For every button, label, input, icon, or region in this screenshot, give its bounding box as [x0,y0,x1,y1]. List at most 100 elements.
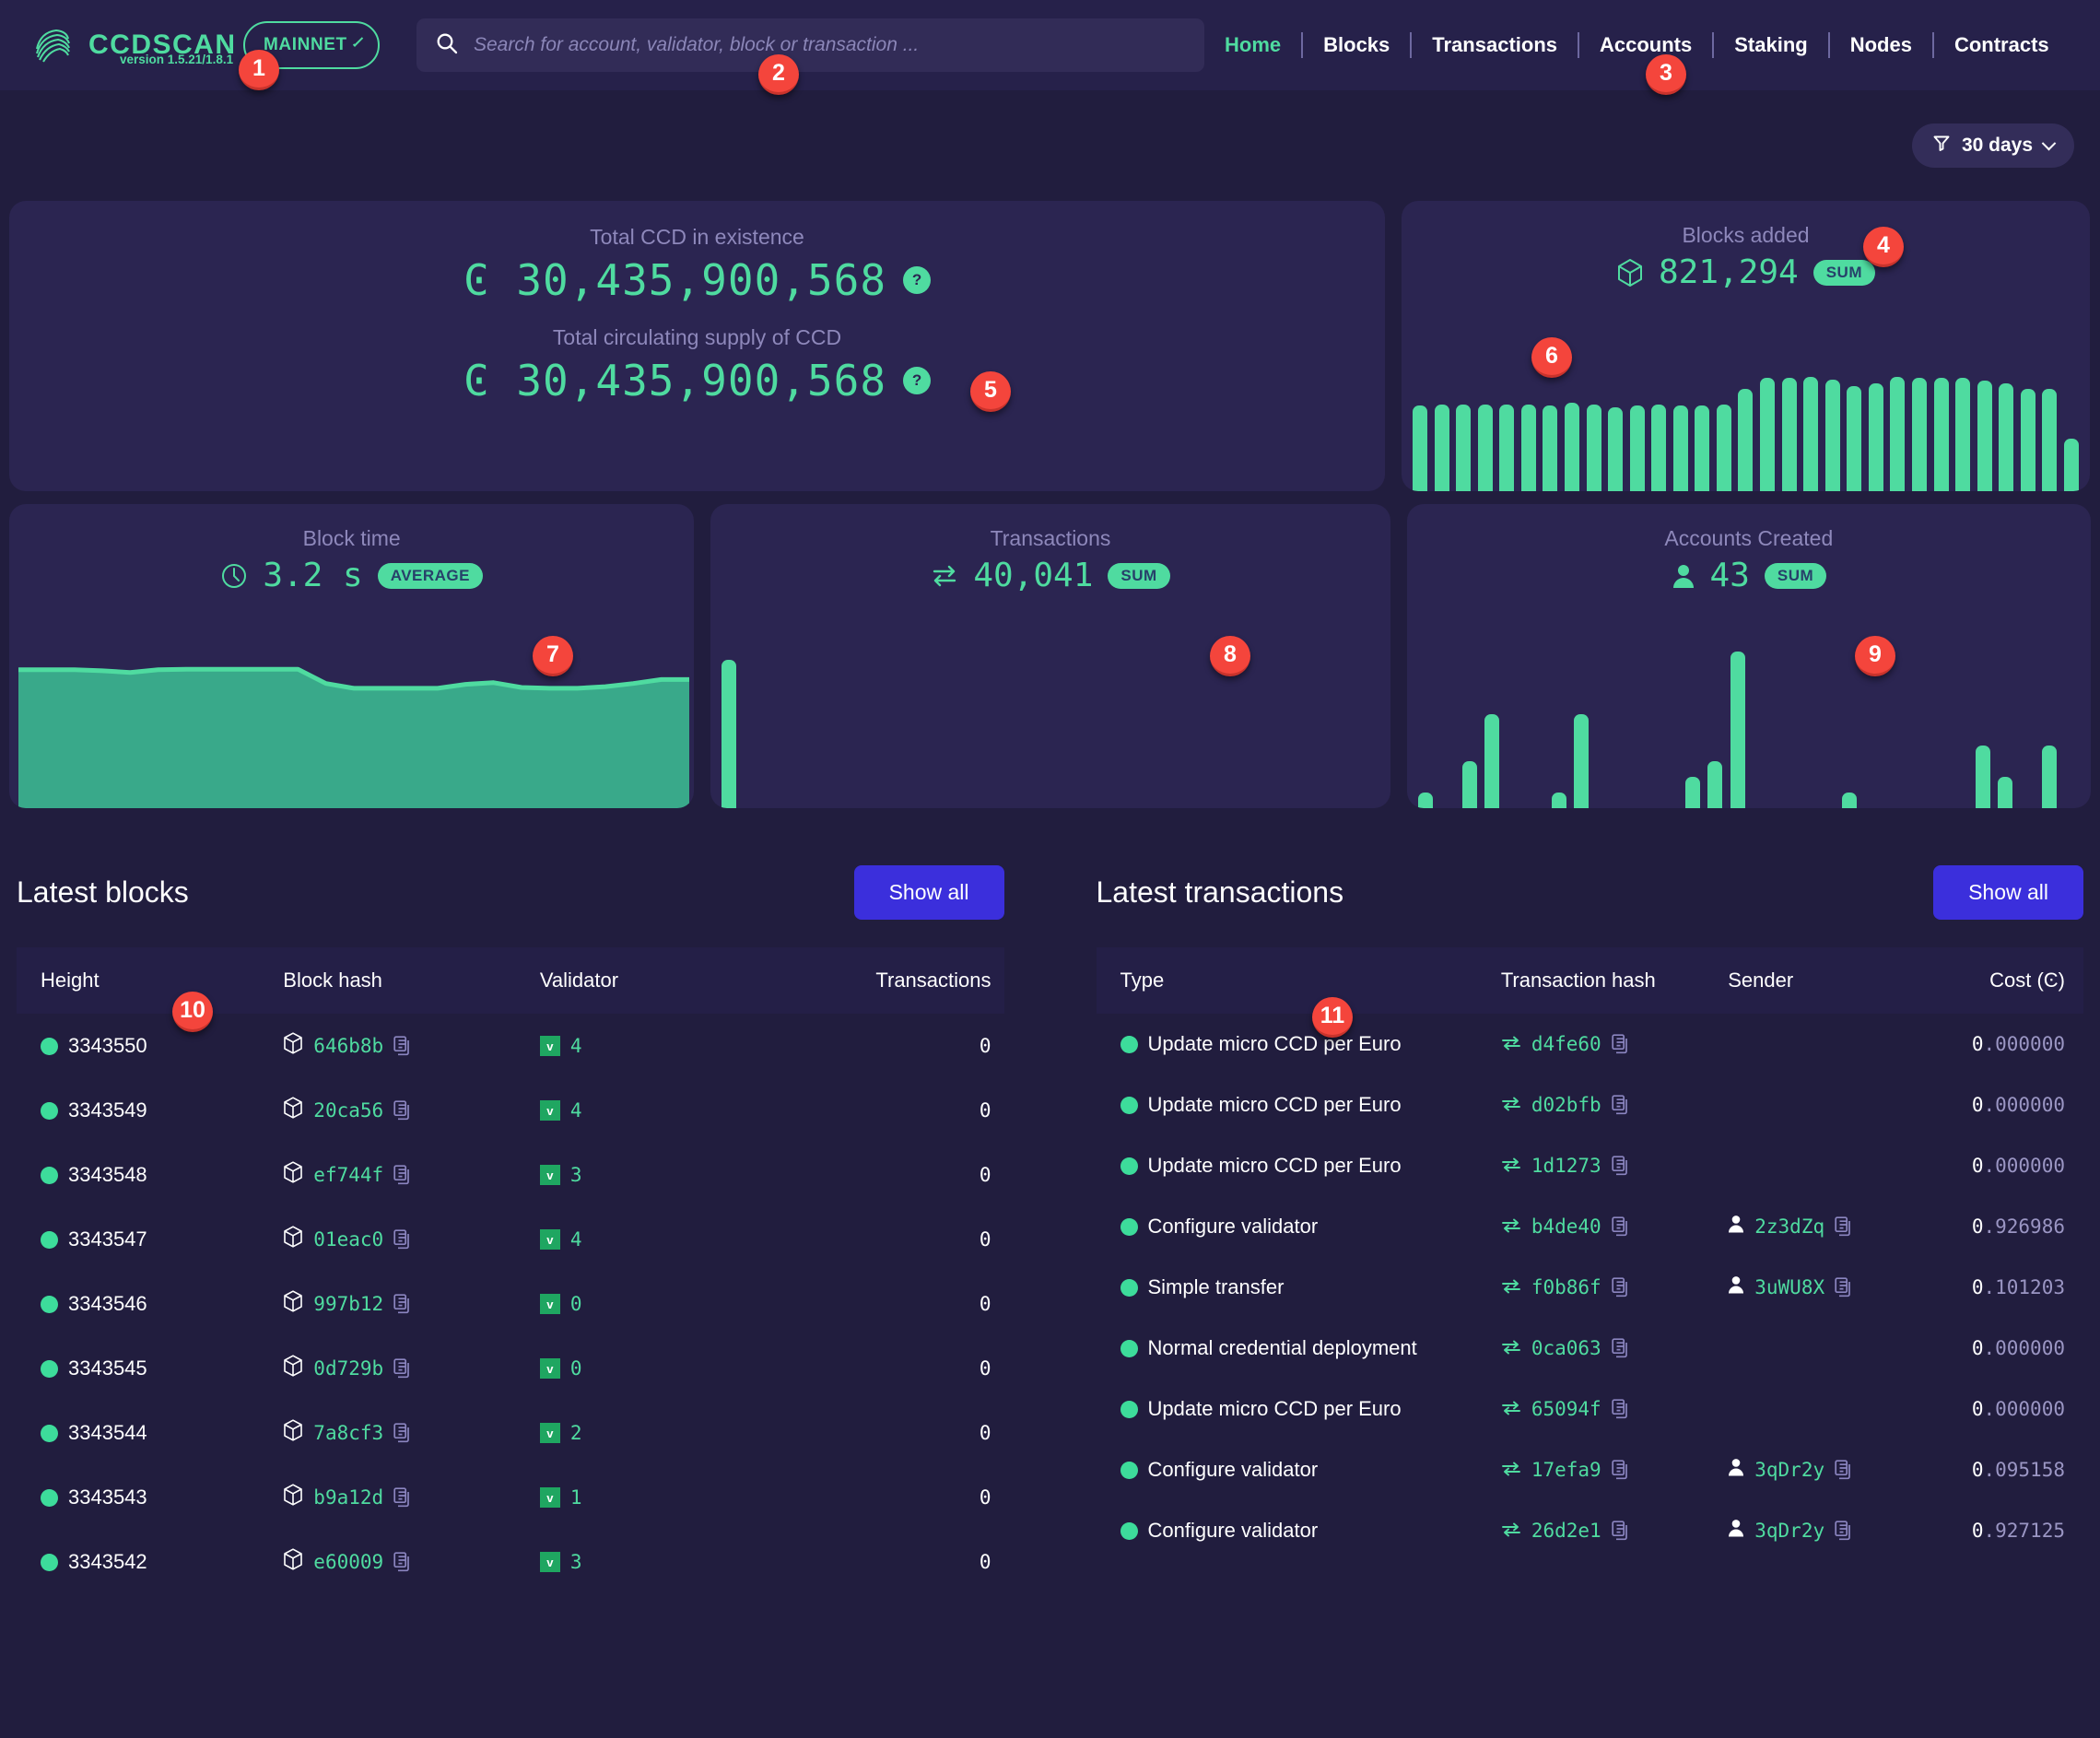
transaction-hash[interactable]: f0b86f [1531,1276,1601,1298]
cell-transaction-hash[interactable]: 17efa9 [1501,1439,1728,1500]
validator-id[interactable]: 1 [570,1486,582,1509]
cell-validator[interactable]: v0 [539,1272,787,1336]
copy-icon[interactable] [1612,1095,1630,1115]
latest-blocks-show-all-button[interactable]: Show all [853,865,1004,920]
table-row[interactable]: Update micro CCD per Euro 1d1273 0.000000 [1097,1135,2084,1196]
cell-height[interactable]: 3343546 [17,1272,283,1336]
table-row[interactable]: 3343545 0d729b v 0 0 [17,1336,1004,1401]
cell-validator[interactable]: v2 [539,1401,787,1465]
table-row[interactable]: Simple transfer f0b86f 3uWU8X 0.101203 [1097,1257,2084,1318]
cell-validator[interactable]: v4 [539,1078,787,1143]
cell-block-hash[interactable]: 7a8cf3 [283,1401,540,1465]
validator-id[interactable]: 4 [570,1099,582,1121]
table-row[interactable]: Update micro CCD per Euro 65094f 0.000000 [1097,1379,2084,1439]
nav-item-contracts[interactable]: Contracts [1934,33,2070,57]
cell-transaction-hash[interactable]: f0b86f [1501,1257,1728,1318]
cell-height[interactable]: 3343549 [17,1078,283,1143]
block-hash[interactable]: 646b8b [313,1035,383,1057]
cell-sender[interactable]: 3uWU8X [1728,1257,1925,1318]
cell-height[interactable]: 3343545 [17,1336,283,1401]
copy-icon[interactable] [1835,1277,1853,1298]
copy-icon[interactable] [1612,1277,1630,1298]
cell-sender[interactable]: 3qDr2y [1728,1439,1925,1500]
block-hash[interactable]: 20ca56 [313,1099,383,1121]
transaction-hash[interactable]: d4fe60 [1531,1033,1601,1055]
nav-item-nodes[interactable]: Nodes [1830,33,1932,57]
validator-id[interactable]: 0 [570,1293,582,1315]
transaction-hash[interactable]: 0ca063 [1531,1337,1601,1359]
cell-transaction-hash[interactable]: 26d2e1 [1501,1500,1728,1561]
cell-transaction-hash[interactable]: d4fe60 [1501,1014,1728,1075]
cell-height[interactable]: 3343550 [17,1014,283,1078]
table-row[interactable]: Update micro CCD per Euro d02bfb 0.000000 [1097,1075,2084,1135]
cell-transaction-hash[interactable]: 0ca063 [1501,1318,1728,1379]
block-hash[interactable]: 01eac0 [313,1228,383,1251]
question-icon[interactable]: ? [903,367,932,394]
copy-icon[interactable] [393,1423,412,1443]
nav-item-accounts[interactable]: Accounts [1579,33,1712,57]
cell-block-hash[interactable]: b9a12d [283,1465,540,1530]
copy-icon[interactable] [1612,1338,1630,1358]
copy-icon[interactable] [1835,1460,1853,1480]
table-row[interactable]: Configure validator 26d2e1 3qDr2y 0.927125 [1097,1500,2084,1561]
cell-block-hash[interactable]: ef744f [283,1143,540,1207]
copy-icon[interactable] [1612,1034,1630,1054]
cell-transaction-hash[interactable]: 65094f [1501,1379,1728,1439]
cell-transaction-hash[interactable]: 1d1273 [1501,1135,1728,1196]
cell-validator[interactable]: v1 [539,1465,787,1530]
cell-block-hash[interactable]: 0d729b [283,1336,540,1401]
cell-sender[interactable]: 3qDr2y [1728,1500,1925,1561]
table-row[interactable]: 3343544 7a8cf3 v 2 0 [17,1401,1004,1465]
table-row[interactable]: 3343543 b9a12d v 1 0 [17,1465,1004,1530]
copy-icon[interactable] [393,1036,412,1056]
time-range-filter[interactable]: 30 days [1911,123,2074,168]
nav-item-home[interactable]: Home [1204,33,1301,57]
sender-address[interactable]: 3qDr2y [1754,1520,1824,1542]
block-hash[interactable]: 7a8cf3 [313,1422,383,1444]
transaction-hash[interactable]: 65094f [1531,1398,1601,1420]
table-row[interactable]: 3343546 997b12 v 0 0 [17,1272,1004,1336]
question-icon[interactable]: ? [903,266,932,294]
copy-icon[interactable] [393,1100,412,1121]
table-row[interactable]: 3343550 646b8b v 4 0 [17,1014,1004,1078]
table-row[interactable]: 3343542 e60009 v 3 0 [17,1530,1004,1594]
cell-block-hash[interactable]: 20ca56 [283,1078,540,1143]
copy-icon[interactable] [1612,1156,1630,1176]
cell-height[interactable]: 3343542 [17,1530,283,1594]
block-hash[interactable]: 0d729b [313,1357,383,1380]
nav-item-blocks[interactable]: Blocks [1303,33,1410,57]
transaction-hash[interactable]: d02bfb [1531,1094,1601,1116]
cell-validator[interactable]: v0 [539,1336,787,1401]
cell-height[interactable]: 3343548 [17,1143,283,1207]
validator-id[interactable]: 4 [570,1228,582,1251]
table-row[interactable]: Configure validator b4de40 2z3dZq 0.926986 [1097,1196,2084,1257]
search-input[interactable]: Search for account, validator, block or … [416,18,1204,72]
cell-sender[interactable]: 2z3dZq [1728,1196,1925,1257]
cell-block-hash[interactable]: e60009 [283,1530,540,1594]
cell-transaction-hash[interactable]: b4de40 [1501,1196,1728,1257]
cell-height[interactable]: 3343544 [17,1401,283,1465]
cell-transaction-hash[interactable]: d02bfb [1501,1075,1728,1135]
cell-validator[interactable]: v4 [539,1207,787,1272]
cell-validator[interactable]: v4 [539,1014,787,1078]
copy-icon[interactable] [1612,1521,1630,1541]
validator-id[interactable]: 3 [570,1164,582,1186]
copy-icon[interactable] [1835,1521,1853,1541]
validator-id[interactable]: 3 [570,1551,582,1573]
copy-icon[interactable] [1612,1399,1630,1419]
validator-id[interactable]: 0 [570,1357,582,1380]
sender-address[interactable]: 2z3dZq [1754,1215,1824,1238]
latest-transactions-show-all-button[interactable]: Show all [1933,865,2083,920]
copy-icon[interactable] [393,1294,412,1314]
transaction-hash[interactable]: 1d1273 [1531,1155,1601,1177]
cell-height[interactable]: 3343543 [17,1465,283,1530]
copy-icon[interactable] [393,1165,412,1185]
cell-block-hash[interactable]: 01eac0 [283,1207,540,1272]
transaction-hash[interactable]: b4de40 [1531,1215,1601,1238]
copy-icon[interactable] [1612,1460,1630,1480]
nav-item-staking[interactable]: Staking [1714,33,1827,57]
validator-id[interactable]: 4 [570,1035,582,1057]
cell-sender[interactable] [1728,1135,1925,1196]
copy-icon[interactable] [393,1487,412,1508]
table-row[interactable]: 3343548 ef744f v 3 0 [17,1143,1004,1207]
